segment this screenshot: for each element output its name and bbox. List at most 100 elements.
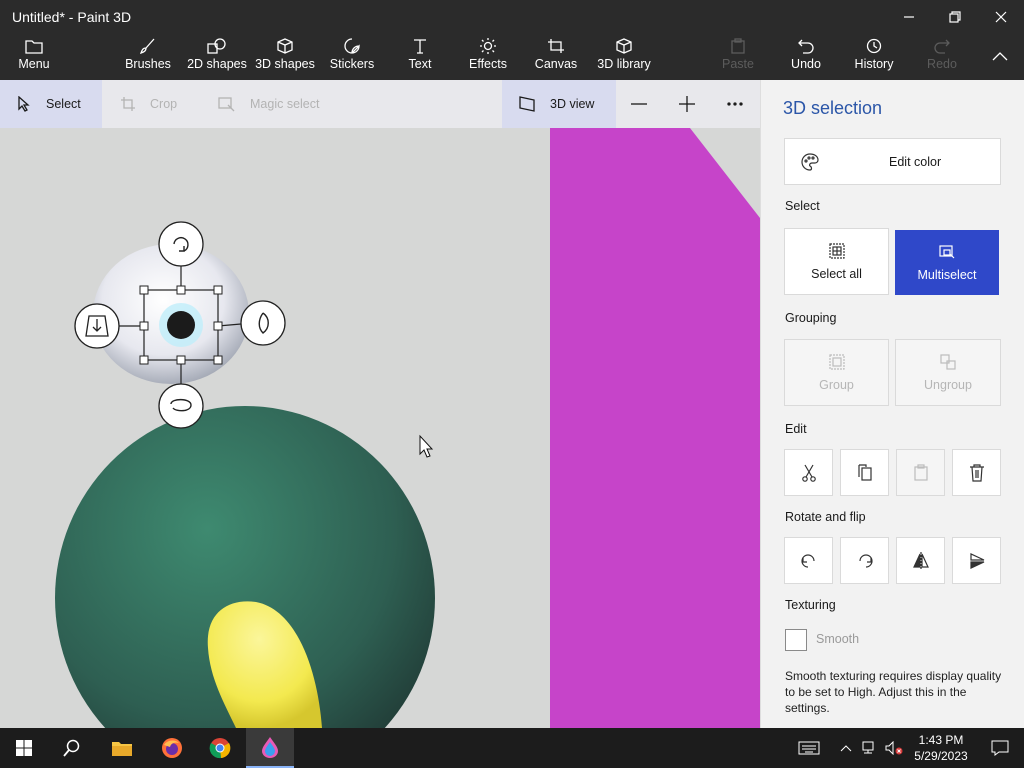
crop-tool[interactable]: Crop: [104, 80, 194, 128]
canvas-icon: [548, 39, 564, 53]
magic-select-icon: [218, 97, 235, 112]
undo-label: Undo: [791, 57, 821, 71]
multiselect-button[interactable]: Multiselect: [895, 230, 999, 295]
window-title: Untitled* - Paint 3D: [12, 9, 132, 25]
show-hidden-icons-button[interactable]: [834, 728, 858, 768]
smooth-checkbox[interactable]: [785, 629, 807, 651]
network-button[interactable]: [858, 728, 882, 768]
history-icon: [866, 38, 882, 54]
select-tool[interactable]: Select: [0, 80, 102, 128]
more-options-button[interactable]: [712, 80, 758, 128]
text-button[interactable]: Text: [402, 34, 438, 80]
chrome-button[interactable]: [196, 728, 244, 768]
3d-library-icon: [616, 38, 632, 54]
notifications-button[interactable]: [976, 728, 1024, 768]
group-label: Group: [819, 377, 854, 392]
rotate-bottom-handle[interactable]: [158, 383, 204, 429]
group-icon: [828, 353, 845, 370]
search-button[interactable]: [48, 728, 96, 768]
edit-color-button[interactable]: Edit color: [784, 138, 1001, 185]
start-button[interactable]: [0, 728, 48, 768]
depth-left-handle[interactable]: [74, 303, 120, 349]
canvas-button[interactable]: Canvas: [532, 34, 580, 80]
folder-app-icon: [112, 742, 132, 756]
flip-horizontal-button[interactable]: [896, 537, 945, 584]
paste-button[interactable]: Paste: [720, 34, 756, 80]
rotate-left-button[interactable]: [784, 537, 833, 584]
3d-shapes-label: 3D shapes: [255, 57, 315, 71]
sticker-icon: [344, 38, 360, 54]
ungroup-button[interactable]: Ungroup: [895, 339, 1001, 406]
clock[interactable]: 1:43 PM 5/29/2023: [906, 732, 976, 764]
stickers-button[interactable]: Stickers: [328, 34, 376, 80]
group-button[interactable]: Group: [784, 339, 889, 406]
action-center-keyboard-button[interactable]: [786, 728, 832, 768]
magic-select-tool[interactable]: Magic select: [202, 80, 342, 128]
smooth-note: Smooth texturing requires display qualit…: [785, 669, 1002, 715]
zoom-in-button[interactable]: [664, 80, 710, 128]
cut-button[interactable]: [784, 449, 833, 496]
redo-button[interactable]: Redo: [924, 34, 960, 80]
rotate-right-handle[interactable]: [240, 300, 286, 346]
ribbon: Menu Brushes 2D shapes 3D shapes Sticker…: [0, 34, 1024, 80]
restore-button[interactable]: [932, 0, 978, 34]
effects-button[interactable]: Effects: [466, 34, 510, 80]
rotate-top-handle[interactable]: [158, 221, 204, 267]
2d-shapes-button[interactable]: 2D shapes: [186, 34, 248, 80]
windows-icon: [16, 740, 32, 756]
ungroup-icon: [940, 353, 956, 370]
copy-button[interactable]: [840, 449, 889, 496]
palette-icon: [801, 152, 819, 171]
trash-icon: [969, 463, 984, 482]
magenta-shape[interactable]: [550, 128, 760, 728]
undo-button[interactable]: Undo: [788, 34, 824, 80]
rotate-right-button[interactable]: [840, 537, 889, 584]
canvas-label: Canvas: [534, 57, 578, 71]
crop-label: Crop: [150, 97, 178, 111]
select-all-label: Select all: [811, 266, 862, 281]
notification-icon: [991, 740, 1009, 756]
multiselect-icon: [939, 244, 955, 258]
paste-edit-button[interactable]: [896, 449, 945, 496]
rotate-right-icon: [858, 553, 873, 568]
history-button[interactable]: History: [852, 34, 896, 80]
restore-icon: [949, 11, 961, 23]
center-handle[interactable]: [167, 311, 195, 339]
paste-icon: [731, 38, 745, 54]
delete-button[interactable]: [952, 449, 1001, 496]
network-icon: [862, 741, 874, 754]
select-all-button[interactable]: Select all: [784, 228, 889, 295]
volume-button[interactable]: [882, 728, 906, 768]
minimize-button[interactable]: [886, 0, 932, 34]
3d-shapes-button[interactable]: 3D shapes: [255, 34, 315, 80]
mouse-cursor: [419, 434, 434, 458]
minimize-icon: [904, 16, 914, 18]
rotate-left-icon: [800, 553, 815, 568]
text-label: Text: [408, 57, 432, 71]
zoom-out-button[interactable]: [616, 80, 662, 128]
drawing-canvas[interactable]: [0, 128, 760, 728]
toolbar: Select Crop Magic select 3D view: [0, 80, 760, 128]
3d-library-label: 3D library: [597, 57, 651, 71]
brushes-button[interactable]: Brushes: [122, 34, 174, 80]
3d-library-button[interactable]: 3D library: [596, 34, 652, 80]
cursor-icon: [18, 96, 30, 112]
brushes-label: Brushes: [125, 57, 171, 71]
firefox-button[interactable]: [148, 728, 196, 768]
menu-button[interactable]: Menu: [12, 34, 56, 80]
redo-label: Redo: [927, 57, 957, 71]
2d-shapes-label: 2D shapes: [187, 57, 247, 71]
file-explorer-button[interactable]: [98, 728, 146, 768]
collapse-ribbon-button[interactable]: [984, 34, 1016, 80]
3d-view-toggle[interactable]: 3D view: [502, 80, 616, 128]
search-icon: [63, 739, 80, 757]
plus-icon: [679, 96, 695, 112]
magic-select-label: Magic select: [250, 97, 320, 111]
flip-vertical-button[interactable]: [952, 537, 1001, 584]
redo-icon: [934, 39, 950, 54]
rotate-heading: Rotate and flip: [785, 510, 866, 524]
paint3d-taskbar-button[interactable]: [246, 728, 294, 768]
close-button[interactable]: [978, 0, 1024, 34]
chrome-icon: [209, 738, 231, 759]
paint3d-icon: [262, 737, 278, 758]
